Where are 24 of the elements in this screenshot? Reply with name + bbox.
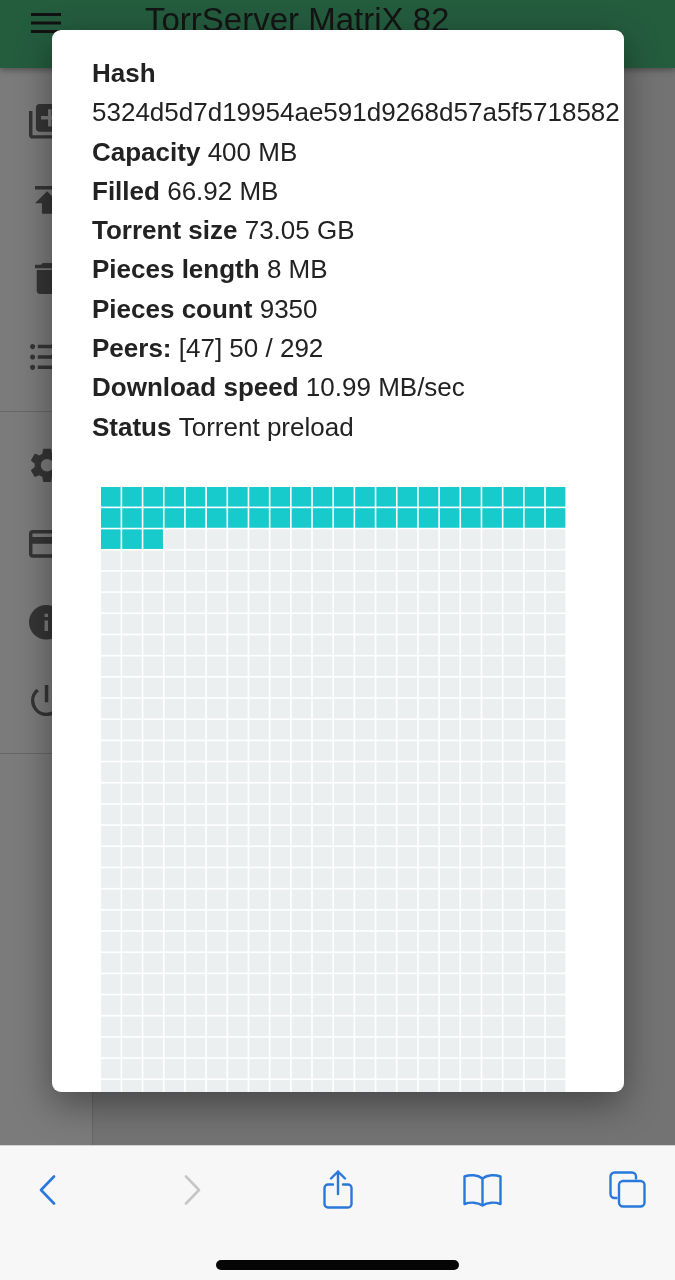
stat-label: Capacity	[92, 135, 201, 169]
tabs-icon	[609, 1171, 646, 1208]
open-book-icon	[463, 1172, 502, 1207]
stat-label: Torrent size	[92, 214, 238, 248]
stat-label: Pieces count	[92, 292, 253, 326]
stat-label: Pieces length	[92, 253, 260, 287]
stat-label: Filled	[92, 174, 160, 208]
stat-value: 9350	[259, 292, 318, 326]
stat-value: 400 MB	[207, 135, 298, 169]
stat-label: Hash	[92, 57, 156, 90]
stat-value: [47] 50 / 292	[178, 332, 324, 366]
hash-value: 5324d5d7d19954ae591d9268d57a5f5718582	[92, 96, 620, 130]
share-icon	[322, 1170, 353, 1209]
stat-value: 8 MB	[266, 253, 328, 287]
menu-icon[interactable]	[31, 13, 61, 33]
stat-value: 10.99 MB/sec	[305, 371, 465, 405]
stat-value: 73.05 GB	[244, 214, 355, 248]
stat-value: Torrent preload	[178, 410, 354, 444]
chevron-left-icon	[39, 1174, 56, 1205]
stat-label: Peers:	[92, 332, 172, 366]
stat-label: Download speed	[92, 371, 299, 405]
stat-label: Status	[92, 410, 172, 444]
chevron-right-icon	[184, 1174, 201, 1205]
stat-value: 66.92 MB	[167, 174, 279, 208]
